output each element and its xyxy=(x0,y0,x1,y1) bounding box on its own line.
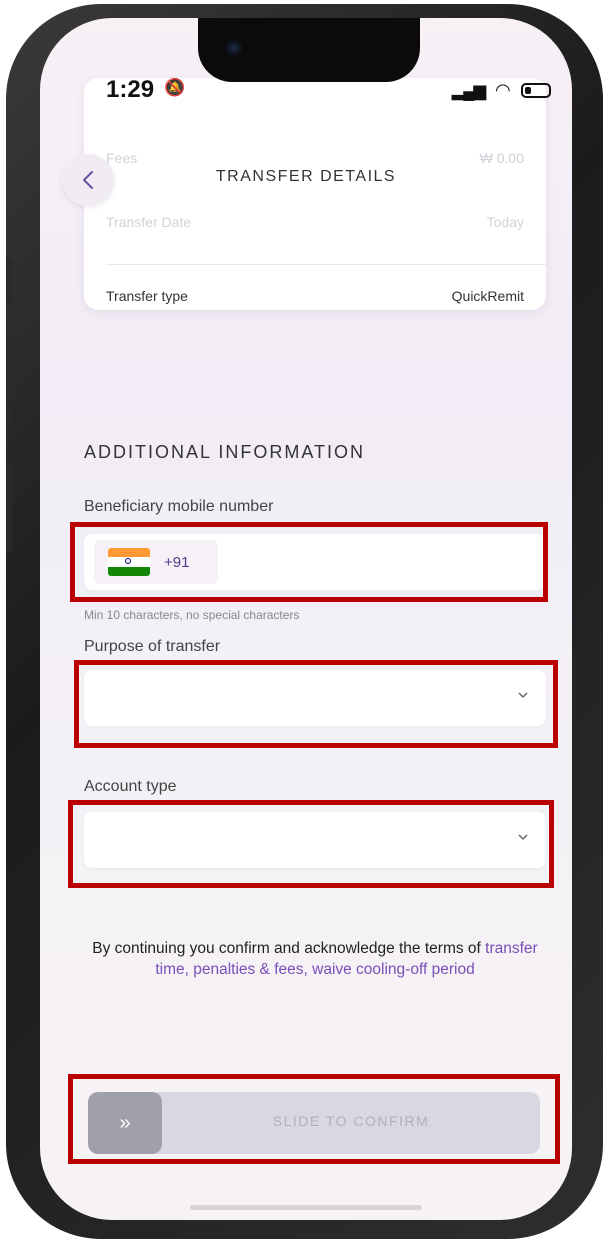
volume-down-button xyxy=(6,462,12,552)
mobile-label: Beneficiary mobile number xyxy=(84,498,274,515)
cooling-off-link[interactable]: waive cooling-off period xyxy=(312,961,475,978)
mobile-helper-text: Min 10 characters, no special characters xyxy=(84,608,300,622)
app-screen: Fees ₩ 0.00 Transfer Date Today Transfer… xyxy=(40,18,572,1220)
purpose-field-highlight xyxy=(74,660,558,748)
transfer-type-row: Transfer type QuickRemit xyxy=(106,288,524,304)
mute-switch xyxy=(6,258,12,304)
volume-up-button xyxy=(6,340,12,430)
signal-icon: ▂▄▆ xyxy=(452,82,486,100)
section-title: ADDITIONAL INFORMATION xyxy=(84,442,366,462)
home-indicator xyxy=(190,1205,422,1210)
transfer-type-value: QuickRemit xyxy=(451,288,524,304)
purpose-label: Purpose of transfer xyxy=(84,638,221,655)
camera xyxy=(226,40,242,56)
divider xyxy=(106,264,546,265)
battery-icon xyxy=(520,83,551,98)
account-type-label: Account type xyxy=(84,778,177,795)
transfer-type-label: Transfer type xyxy=(106,288,188,304)
slider-highlight xyxy=(68,1074,560,1164)
account-type-highlight xyxy=(68,800,554,888)
transfer-date-row: Transfer Date Today xyxy=(106,214,524,230)
status-time: 1:29 xyxy=(106,76,155,103)
page-title: TRANSFER DETAILS xyxy=(215,168,397,185)
mobile-field-highlight xyxy=(70,522,548,602)
status-icons: ▂▄▆ ◠ xyxy=(452,80,551,101)
fees-row: Fees ₩ 0.00 xyxy=(106,150,524,166)
transfer-summary-card: Fees ₩ 0.00 Transfer Date Today Transfer… xyxy=(84,78,546,310)
notch xyxy=(198,18,420,82)
terms-text: By continuing you confirm and acknowledg… xyxy=(92,940,538,978)
wifi-icon: ◠ xyxy=(494,80,511,100)
bell-slash-icon: 🔕 xyxy=(164,78,186,97)
